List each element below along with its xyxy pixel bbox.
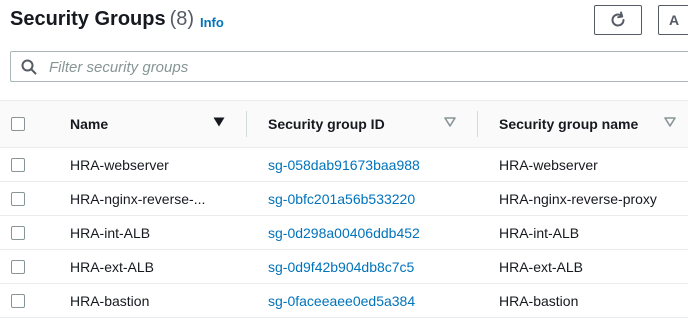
row-select-cell — [11, 182, 29, 215]
row-checkbox[interactable] — [11, 157, 25, 172]
search-icon — [21, 59, 37, 75]
row-security-group-name: HRA-nginx-reverse-proxy — [499, 190, 657, 207]
page-header: Security Groups (8) Info A — [10, 0, 688, 40]
table-header: Name Security group ID Security group na… — [0, 100, 688, 148]
select-all-cell — [11, 101, 29, 147]
row-select-cell — [11, 284, 29, 317]
table-row[interactable]: HRA-int-ALB sg-0d298a00406ddb452 HRA-int… — [0, 216, 688, 250]
column-header-id-label: Security group ID — [268, 116, 385, 132]
row-select-cell — [11, 250, 29, 283]
row-checkbox[interactable] — [11, 259, 25, 274]
security-group-count: (8) — [169, 8, 195, 30]
page-title-text: Security Groups — [10, 8, 166, 30]
info-link[interactable]: Info — [200, 15, 224, 30]
row-name: HRA-int-ALB — [70, 224, 151, 241]
row-select-cell — [11, 148, 29, 181]
security-group-id-link[interactable]: sg-0d9f42b904db8c7c5 — [268, 250, 468, 283]
row-checkbox[interactable] — [11, 225, 25, 240]
column-header-security-group-id[interactable]: Security group ID — [268, 101, 468, 147]
table-row[interactable]: HRA-webserver sg-058dab91673baa988 HRA-w… — [0, 148, 688, 182]
table-row[interactable]: HRA-ext-ALB sg-0d9f42b904db8c7c5 HRA-ext… — [0, 250, 688, 284]
row-name: HRA-bastion — [70, 292, 150, 309]
column-header-security-group-name[interactable]: Security group name — [499, 101, 688, 147]
filter-search-box[interactable] — [10, 51, 688, 82]
column-header-name[interactable]: Name — [70, 101, 230, 147]
filter-security-groups-input[interactable] — [47, 56, 651, 78]
actions-button[interactable]: A — [658, 5, 688, 35]
security-group-id-link[interactable]: sg-058dab91673baa988 — [268, 148, 468, 181]
security-groups-table: Name Security group ID Security group na… — [0, 100, 688, 318]
row-security-group-name: HRA-ext-ALB — [499, 258, 584, 275]
table-row[interactable]: HRA-nginx-reverse-... sg-0bfc201a56b5332… — [0, 182, 688, 216]
column-header-name-label: Name — [70, 116, 109, 132]
refresh-button[interactable] — [594, 5, 642, 35]
caret-down-outline-icon[interactable] — [664, 117, 676, 127]
refresh-icon — [611, 11, 625, 27]
row-name: HRA-nginx-reverse-... — [70, 190, 206, 207]
row-security-group-name: HRA-bastion — [499, 292, 579, 309]
security-group-id-link[interactable]: sg-0d298a00406ddb452 — [268, 216, 468, 249]
column-header-group-name-label: Security group name — [499, 116, 639, 132]
select-all-checkbox[interactable] — [11, 117, 25, 131]
column-divider[interactable] — [246, 111, 247, 137]
row-checkbox[interactable] — [11, 293, 25, 308]
row-select-cell — [11, 216, 29, 249]
security-group-id-link[interactable]: sg-0bfc201a56b533220 — [268, 182, 468, 215]
row-security-group-name: HRA-webserver — [499, 156, 598, 173]
caret-down-filled-icon[interactable] — [213, 117, 225, 127]
caret-down-outline-icon[interactable] — [444, 117, 456, 127]
column-divider[interactable] — [477, 111, 478, 137]
row-name: HRA-ext-ALB — [70, 258, 155, 275]
row-checkbox[interactable] — [11, 191, 25, 206]
page-title: Security Groups (8) — [10, 8, 194, 31]
security-group-id-link[interactable]: sg-0faceeaee0ed5a384 — [268, 284, 468, 317]
row-name: HRA-webserver — [70, 156, 169, 173]
row-security-group-name: HRA-int-ALB — [499, 224, 580, 241]
